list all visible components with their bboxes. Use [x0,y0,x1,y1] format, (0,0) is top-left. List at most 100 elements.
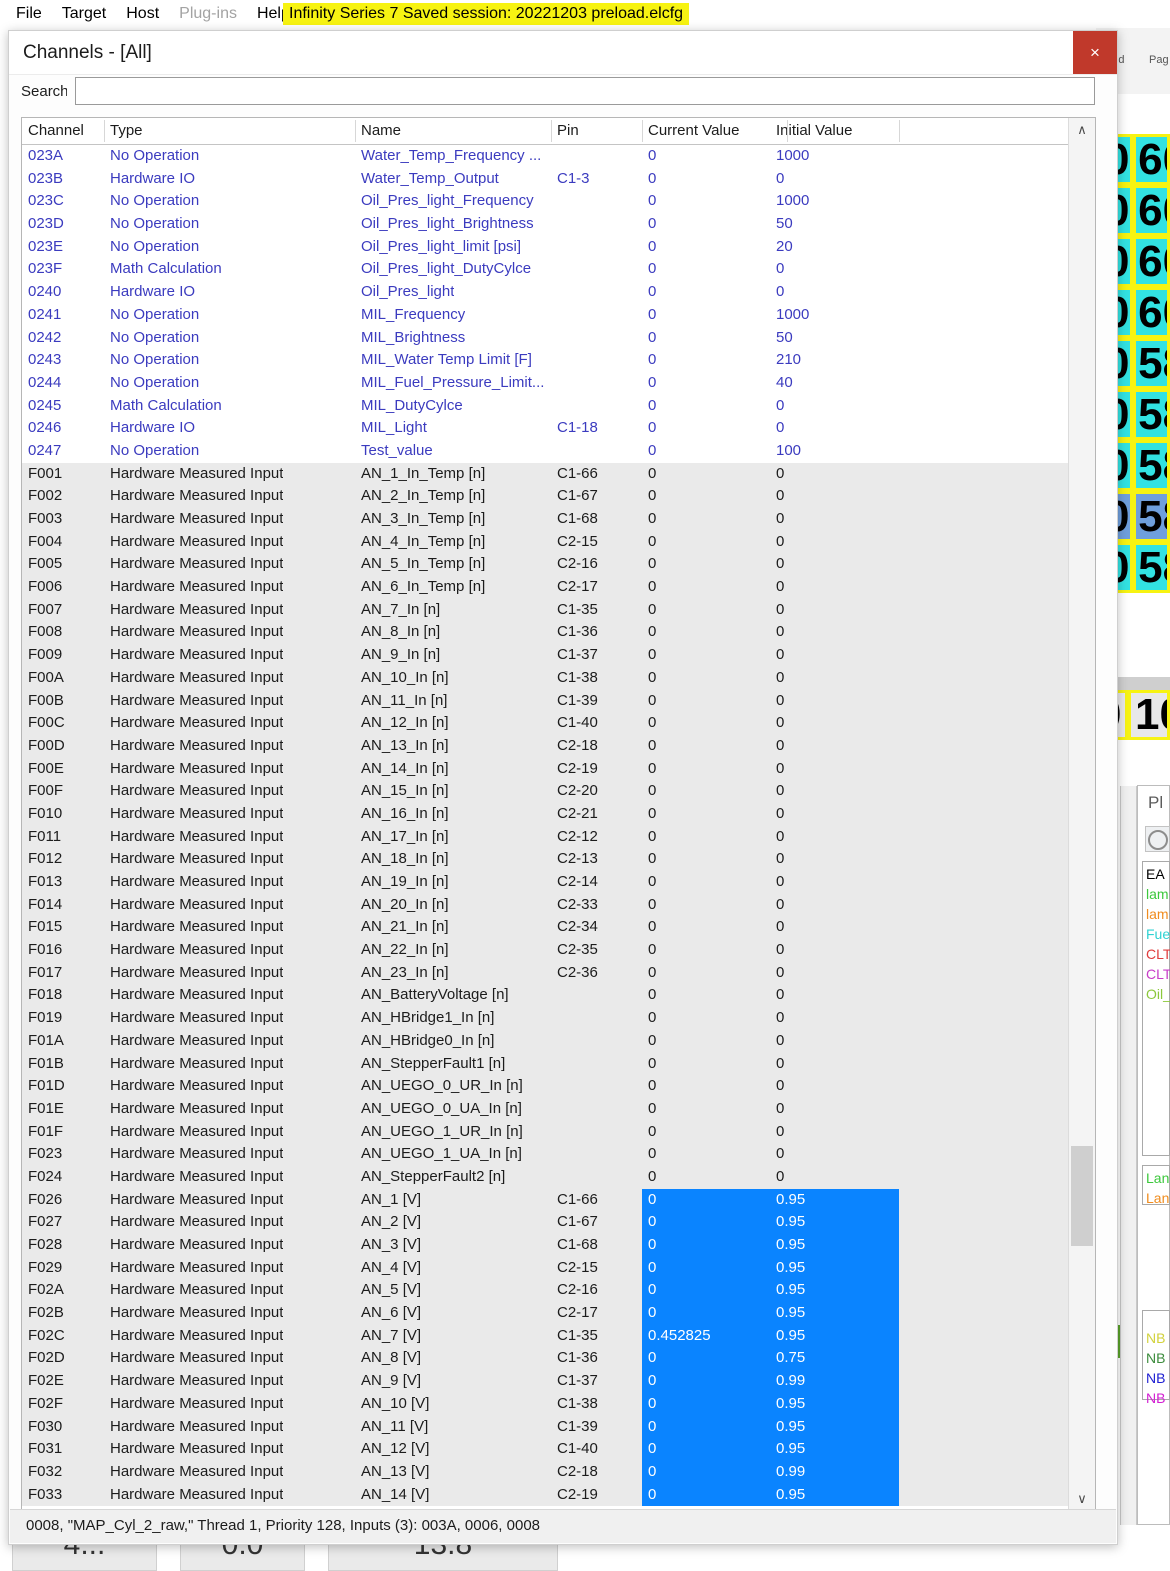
background-value-cell[interactable]: 58 [1133,338,1170,389]
column-divider[interactable] [642,120,643,142]
background-gray-cell[interactable]: 10 [1128,690,1170,740]
background-value-cell[interactable]: 58 [1133,389,1170,440]
table-row[interactable]: F01B Hardware Measured Input AN_StepperFau… [22,1052,1095,1076]
table-row[interactable]: F02F Hardware Measured Input AN_10 [V] C1-3… [22,1392,1095,1416]
column-header-type[interactable]: Type [110,122,143,139]
table-row[interactable]: F002 Hardware Measured Input AN_2_In_Temp … [22,485,1095,508]
plot-legend-item[interactable]: Lan [1146,1170,1169,1186]
table-row[interactable]: 023D No Operation Oil_Pres_light_Brightnes… [22,213,1095,236]
plot-legend-item[interactable]: lam [1146,886,1169,902]
table-row[interactable]: F02E Hardware Measured Input AN_9 [V] C1-37… [22,1370,1095,1393]
table-row[interactable]: F015 Hardware Measured Input AN_21_In [n] C… [22,916,1095,940]
table-row[interactable]: F028 Hardware Measured Input AN_3 [V] C1-68… [22,1234,1095,1257]
column-divider[interactable] [551,120,552,142]
menu-item-target[interactable]: Target [52,2,116,26]
table-row[interactable]: F019 Hardware Measured Input AN_HBridge1_I… [22,1007,1095,1030]
grid-vertical-scrollbar[interactable]: ∧ ∨ [1068,118,1095,1511]
table-row[interactable]: 023F Math Calculation Oil_Pres_light_DutyC… [22,258,1095,281]
background-value-cell[interactable]: 58 [1133,491,1170,542]
table-row[interactable]: F016 Hardware Measured Input AN_22_In [n] C… [22,939,1095,962]
table-row[interactable]: F00D Hardware Measured Input AN_13_In [n] C… [22,734,1095,758]
table-row[interactable]: F010 Hardware Measured Input AN_16_In [n] C… [22,802,1095,826]
background-value-cell[interactable]: 58 [1133,440,1170,491]
column-divider[interactable] [899,120,900,142]
table-row[interactable]: F026 Hardware Measured Input AN_1 [V] C1-66… [22,1188,1095,1212]
table-row[interactable]: F00B Hardware Measured Input AN_11_In [n] C… [22,689,1095,713]
table-row[interactable]: F024 Hardware Measured Input AN_StepperFau… [22,1165,1095,1189]
table-row[interactable]: 0243 No Operation MIL_Water Temp Limit [F]… [22,349,1095,372]
table-row[interactable]: F004 Hardware Measured Input AN_4_In_Temp … [22,530,1095,554]
table-row[interactable]: F02C Hardware Measured Input AN_7 [V] C1-35… [22,1324,1095,1348]
table-row[interactable]: F01E Hardware Measured Input AN_UEGO_0_UA_… [22,1097,1095,1121]
column-header-pin[interactable]: Pin [557,122,579,139]
search-input[interactable] [75,77,1095,105]
plot-legend-item[interactable]: NB [1146,1390,1165,1406]
scroll-down-icon[interactable]: ∨ [1069,1487,1095,1511]
background-value-cell[interactable]: 60 [1133,236,1170,287]
table-row[interactable]: 023B Hardware IO Water_Temp_Output C1-3 0 0 [22,168,1095,191]
background-value-cell[interactable]: 60 [1133,185,1170,236]
table-row[interactable]: F032 Hardware Measured Input AN_13 [V] C2-1… [22,1460,1095,1484]
table-row[interactable]: F012 Hardware Measured Input AN_18_In [n] C… [22,848,1095,871]
plot-legend-item[interactable]: lam [1146,906,1169,922]
column-divider[interactable] [787,120,788,142]
table-row[interactable]: F005 Hardware Measured Input AN_5_In_Temp … [22,553,1095,577]
table-row[interactable]: F007 Hardware Measured Input AN_7_In [n] C1… [22,598,1095,622]
table-row[interactable]: F027 Hardware Measured Input AN_2 [V] C1-67… [22,1211,1095,1234]
table-row[interactable]: F00A Hardware Measured Input AN_10_In [n] C… [22,666,1095,690]
table-row[interactable]: F02B Hardware Measured Input AN_6 [V] C2-17… [22,1302,1095,1325]
plot-legend-item[interactable]: Oil_ [1146,986,1170,1002]
table-row[interactable]: F013 Hardware Measured Input AN_19_In [n] C… [22,871,1095,894]
close-icon[interactable]: × [1073,31,1117,74]
table-row[interactable]: F01F Hardware Measured Input AN_UEGO_1_UR_… [22,1120,1095,1144]
table-row[interactable]: F033 Hardware Measured Input AN_14 [V] C2-1… [22,1483,1095,1507]
table-row[interactable]: F02D Hardware Measured Input AN_8 [V] C1-36… [22,1347,1095,1371]
table-row[interactable]: 023A No Operation Water_Temp_Frequency ...… [22,145,1095,168]
column-divider[interactable] [355,120,356,142]
table-row[interactable]: 023C No Operation Oil_Pres_light_Frequency… [22,190,1095,213]
table-row[interactable]: F00F Hardware Measured Input AN_15_In [n] C… [22,780,1095,803]
table-row[interactable]: F018 Hardware Measured Input AN_BatteryVol… [22,984,1095,1008]
plot-legend-item[interactable]: Fue [1146,926,1170,942]
scrollbar-thumb[interactable] [1071,1146,1093,1246]
menu-item-file[interactable]: File [6,2,52,26]
column-divider[interactable] [104,120,105,142]
table-row[interactable]: 023E No Operation Oil_Pres_light_limit [ps… [22,236,1095,259]
table-row[interactable]: F00E Hardware Measured Input AN_14_In [n] C… [22,757,1095,781]
column-header-name[interactable]: Name [361,122,401,139]
column-header-channel[interactable]: Channel [28,122,84,139]
background-value-cell[interactable]: 58 [1133,542,1170,593]
table-row[interactable]: F023 Hardware Measured Input AN_UEGO_1_UA_… [22,1143,1095,1166]
plot-legend-item[interactable]: NB [1146,1370,1165,1386]
table-row[interactable]: F02A Hardware Measured Input AN_5 [V] C2-16… [22,1279,1095,1303]
table-row[interactable]: 0241 No Operation MIL_Frequency 0 1000 [22,304,1095,327]
background-value-cell[interactable]: 60 [1133,287,1170,338]
table-row[interactable]: F011 Hardware Measured Input AN_17_In [n] C… [22,825,1095,849]
table-row[interactable]: 0247 No Operation Test_value 0 100 [22,440,1095,463]
table-row[interactable]: F017 Hardware Measured Input AN_23_In [n] C… [22,961,1095,985]
table-row[interactable]: F001 Hardware Measured Input AN_1_In_Temp … [22,462,1095,486]
menu-item-host[interactable]: Host [116,2,169,26]
scroll-up-icon[interactable]: ∧ [1069,118,1095,142]
background-value-cell[interactable]: 60 [1133,134,1170,185]
table-row[interactable]: F029 Hardware Measured Input AN_4 [V] C2-15… [22,1256,1095,1280]
table-row[interactable]: F01D Hardware Measured Input AN_UEGO_0_UR_… [22,1075,1095,1098]
table-row[interactable]: F003 Hardware Measured Input AN_3_In_Temp … [22,508,1095,531]
plot-legend-item[interactable]: CLT [1146,966,1170,982]
plot-legend-item[interactable]: Lan [1146,1190,1169,1206]
table-row[interactable]: 0246 Hardware IO MIL_Light C1-18 0 0 [22,417,1095,440]
table-row[interactable]: F00C Hardware Measured Input AN_12_In [n] C… [22,712,1095,735]
table-row[interactable]: F031 Hardware Measured Input AN_12 [V] C1-4… [22,1438,1095,1461]
table-row[interactable]: F006 Hardware Measured Input AN_6_In_Temp … [22,576,1095,599]
table-row[interactable]: F014 Hardware Measured Input AN_20_In [n] C… [22,893,1095,917]
column-header-current-value[interactable]: Current Value [648,122,739,139]
table-row[interactable]: 0242 No Operation MIL_Brightness 0 50 [22,327,1095,350]
table-row[interactable]: F030 Hardware Measured Input AN_11 [V] C1-3… [22,1415,1095,1439]
table-row[interactable]: F008 Hardware Measured Input AN_8_In [n] C1… [22,621,1095,645]
table-row[interactable]: 0245 Math Calculation MIL_DutyCylce 0 0 [22,395,1095,418]
background-split-column-b[interactable] [1120,786,1137,1525]
table-row[interactable]: F009 Hardware Measured Input AN_9_In [n] C1… [22,644,1095,667]
table-row[interactable]: F01A Hardware Measured Input AN_HBridge0_I… [22,1029,1095,1053]
plot-legend-item[interactable]: EA [1146,866,1165,882]
table-row[interactable]: 0240 Hardware IO Oil_Pres_light 0 0 [22,281,1095,304]
